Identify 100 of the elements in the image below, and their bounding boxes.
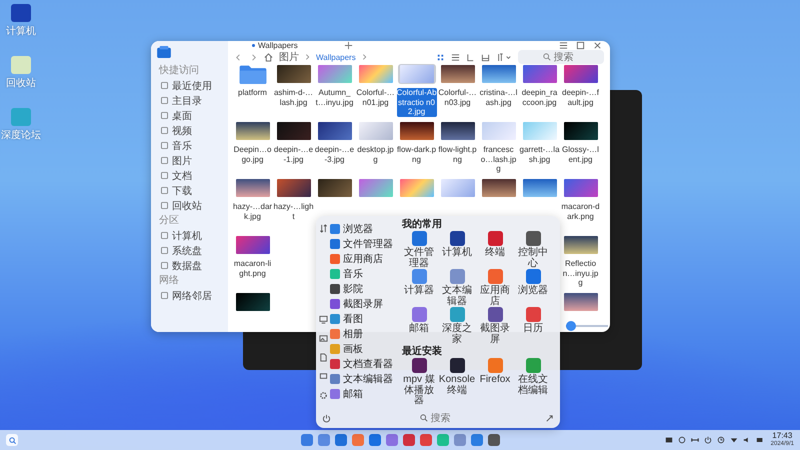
file-item[interactable]: deepin_ra ccoon.jpg — [520, 64, 560, 107]
plus-icon[interactable] — [344, 41, 353, 50]
app-list-item[interactable]: 看图 — [330, 311, 400, 326]
app-list-item[interactable]: 文本编辑器 — [330, 371, 400, 386]
app-list-item[interactable]: 画板 — [330, 341, 400, 356]
file-item[interactable]: hazy-…dark.jpg — [232, 178, 272, 221]
app-icon[interactable] — [386, 434, 398, 446]
sort-icon[interactable] — [318, 224, 328, 233]
sidebar-item[interactable]: 图片 — [155, 153, 224, 168]
power-icon[interactable] — [704, 436, 712, 444]
breadcrumb-item[interactable]: Wallpapers — [316, 52, 356, 62]
tab[interactable]: Wallpapers — [252, 41, 336, 50]
sidebar-item[interactable]: 下载 — [155, 183, 224, 198]
app-tile[interactable]: Konsole 终端 — [438, 358, 476, 406]
file-item[interactable]: ashim-d-…lash.jpg — [274, 64, 314, 107]
monitor-icon[interactable] — [318, 372, 328, 381]
sidebar-item[interactable]: 文档 — [155, 168, 224, 183]
search-field[interactable]: 搜索 — [430, 412, 456, 424]
app-tile[interactable]: 邮箱 — [400, 307, 438, 345]
app-icon[interactable] — [488, 434, 500, 446]
grid-view-icon[interactable] — [436, 52, 445, 62]
expand-icon[interactable] — [545, 414, 554, 422]
volume-icon[interactable] — [742, 436, 751, 444]
sidebar-item[interactable]: 视频 — [155, 123, 224, 138]
file-item[interactable]: Deepin…ogo.jpg — [232, 121, 272, 164]
file-item[interactable]: macaron-dark.png — [560, 178, 600, 221]
app-tile[interactable]: 浏览器 — [514, 269, 552, 307]
app-list-item[interactable]: 截图录屏 — [330, 296, 400, 311]
clock-icon[interactable] — [716, 436, 725, 444]
launcher-icon[interactable] — [6, 434, 18, 446]
file-item[interactable]: garrett-…lash.jpg — [520, 121, 560, 164]
file-item[interactable]: francesco…lash.jpg — [478, 121, 518, 174]
home-icon[interactable] — [264, 52, 273, 62]
sidebar-item[interactable]: 计算机 — [155, 228, 224, 243]
sidebar-item[interactable]: 系统盘 — [155, 243, 224, 258]
app-list-item[interactable]: 相册 — [330, 326, 400, 341]
sidebar-item[interactable]: 桌面 — [155, 108, 224, 123]
app-tile[interactable]: 在线文档编辑 — [514, 358, 552, 406]
app-icon[interactable] — [402, 434, 414, 446]
app-tile[interactable]: 计算机 — [438, 231, 476, 269]
file-item[interactable]: hazy-…light — [274, 178, 314, 221]
app-tile[interactable]: 应用商店 — [476, 269, 514, 307]
app-list-item[interactable]: 邮箱 — [330, 386, 400, 401]
app-list-item[interactable]: 浏览器 — [330, 221, 400, 236]
circle-icon[interactable] — [678, 436, 686, 444]
square-icon[interactable] — [664, 436, 673, 444]
sidebar-item[interactable]: 回收站 — [155, 198, 224, 213]
battery-icon[interactable] — [756, 436, 764, 444]
gear-icon[interactable] — [318, 391, 328, 400]
app-icon[interactable] — [470, 434, 482, 446]
file-item[interactable]: Autumn_t…inyu.jpg — [314, 64, 354, 107]
app-tile[interactable]: 日历 — [514, 307, 552, 345]
app-tile[interactable]: 控制中心 — [514, 231, 552, 269]
file-item[interactable]: macaron-light.png — [232, 235, 272, 278]
sidebar-item[interactable]: 音乐 — [155, 138, 224, 153]
file-item[interactable]: Colorful-Abstractio n02.jpg — [396, 64, 436, 116]
app-icon[interactable] — [334, 434, 346, 446]
app-list-item[interactable]: 影院 — [330, 281, 400, 296]
close-icon[interactable] — [593, 41, 602, 50]
sort-icon[interactable] — [496, 52, 512, 62]
app-icon[interactable] — [368, 434, 380, 446]
app-list-item[interactable]: 音乐 — [330, 266, 400, 281]
app-tile[interactable]: 终端 — [476, 231, 514, 269]
power-icon[interactable] — [322, 414, 331, 422]
app-list-item[interactable]: 文件管理器 — [330, 236, 400, 251]
app-icon[interactable] — [300, 434, 312, 446]
app-tile[interactable]: mpv 媒体播放器 — [400, 358, 438, 406]
file-item[interactable]: Reflection…inyu.jpg — [560, 235, 600, 288]
file-item[interactable]: deepin-…e-1.jpg — [274, 121, 314, 164]
maximize-icon[interactable] — [576, 41, 585, 50]
file-item[interactable]: deepin-…fault.jpg — [560, 64, 600, 107]
file-item[interactable]: desktop.jp g — [356, 121, 396, 164]
app-tile[interactable]: 计算器 — [400, 269, 438, 307]
file-item[interactable]: flow-light.png — [438, 121, 478, 164]
sidebar-item[interactable]: 数据盘 — [155, 258, 224, 273]
app-tile[interactable]: 文本编辑器 — [438, 269, 476, 307]
file-item[interactable]: flow-dark.png — [396, 121, 436, 164]
sidebar-item[interactable]: 最近使用 — [155, 78, 224, 93]
app-tile[interactable]: 深度之家 — [438, 307, 476, 345]
monitor-icon[interactable] — [318, 315, 328, 324]
sidebar-item[interactable]: 网络邻居 — [155, 288, 224, 303]
panel-icon[interactable] — [466, 52, 475, 62]
app-list-item[interactable]: 应用商店 — [330, 251, 400, 266]
app-tile[interactable]: 文件管理器 — [400, 231, 438, 269]
breadcrumb-item[interactable]: 图片 — [279, 50, 299, 64]
file-item[interactable]: platform — [232, 64, 272, 98]
app-tile[interactable]: Firefox — [476, 358, 514, 406]
file-item[interactable]: Colorful-…n01.jpg — [356, 64, 396, 107]
document-icon[interactable] — [318, 353, 328, 362]
list-view-icon[interactable] — [451, 52, 460, 62]
app-tile[interactable]: 截图录屏 — [476, 307, 514, 345]
file-item[interactable]: Glossy-…lent.jpg — [560, 121, 600, 164]
menu-icon[interactable] — [559, 41, 568, 50]
app-list-item[interactable]: 文档查看器 — [330, 356, 400, 371]
file-item[interactable]: cristina-…lash.jpg — [478, 64, 518, 107]
file-item[interactable]: Colorful-…n03.jpg — [438, 64, 478, 107]
picture-icon[interactable] — [318, 334, 328, 343]
file-item[interactable]: deepin-…e-3.jpg — [314, 121, 354, 164]
app-icon[interactable] — [420, 434, 432, 446]
sidebar-item[interactable]: 主目录 — [155, 93, 224, 108]
